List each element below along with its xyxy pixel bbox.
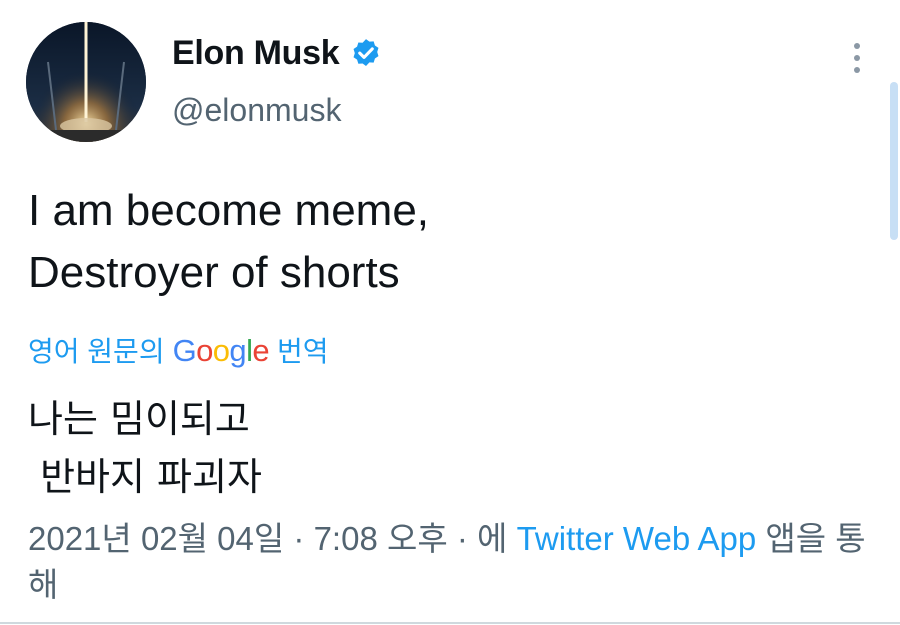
avatar-image — [26, 22, 146, 142]
meta-separator-source: · 에 — [447, 520, 517, 557]
avatar[interactable] — [26, 22, 146, 142]
translate-suffix: 번역 — [277, 336, 329, 367]
user-name-row: Elon Musk — [172, 34, 383, 73]
translate-prefix: 영어 원문의 — [28, 336, 165, 367]
meta-separator: · — [284, 520, 314, 557]
translate-link[interactable]: 영어 원문의 Google 번역 — [28, 330, 329, 370]
tweet-meta: 2021년 02월 04일 · 7:08 오후 · 에 Twitter Web … — [28, 516, 868, 608]
google-logo: Google — [172, 333, 270, 368]
more-vertical-icon[interactable] — [846, 40, 868, 76]
display-name[interactable]: Elon Musk — [172, 34, 340, 73]
source-app-link[interactable]: Twitter Web App — [517, 520, 757, 557]
user-handle[interactable]: @elonmusk — [172, 92, 341, 129]
translated-text: 나는 밈이되고 반바지 파괴자 — [28, 397, 262, 499]
scrollbar[interactable] — [890, 82, 898, 240]
divider — [0, 622, 900, 624]
tweet-time[interactable]: 7:08 오후 — [314, 520, 448, 557]
verified-badge-icon — [353, 38, 379, 66]
tweet-date[interactable]: 2021년 02월 04일 — [28, 520, 284, 557]
tweet-text: I am become meme, Destroyer of shorts — [28, 186, 430, 297]
